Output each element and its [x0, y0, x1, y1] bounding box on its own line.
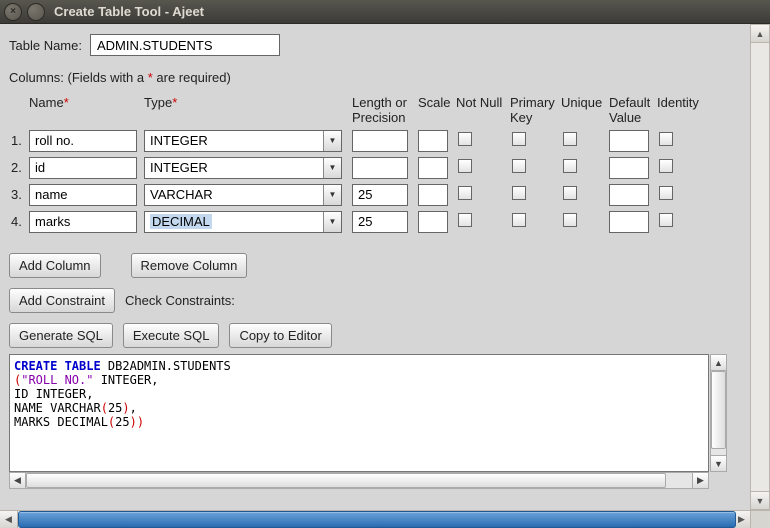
header-name: Name	[29, 95, 64, 110]
chevron-down-icon[interactable]: ▼	[323, 185, 341, 205]
not-null-checkbox[interactable]	[458, 132, 472, 146]
primary-key-checkbox[interactable]	[512, 186, 526, 200]
identity-checkbox[interactable]	[659, 132, 673, 146]
header-default-value: Default Value	[609, 95, 657, 125]
column-type-select[interactable]: DECIMAL▼	[144, 211, 342, 233]
chevron-down-icon[interactable]: ▼	[323, 158, 341, 178]
default-value-input[interactable]	[609, 184, 649, 206]
chevron-down-icon[interactable]: ▼	[323, 131, 341, 151]
row-number: 3.	[11, 187, 29, 202]
minimize-icon[interactable]	[27, 3, 45, 21]
column-length-input[interactable]	[352, 211, 408, 233]
scroll-thumb[interactable]	[711, 371, 726, 449]
add-constraint-button[interactable]: Add Constraint	[9, 288, 115, 313]
scroll-thumb[interactable]	[18, 511, 736, 528]
table-name-input[interactable]	[90, 34, 280, 56]
header-scale: Scale	[418, 95, 456, 110]
column-name-input[interactable]	[29, 211, 137, 233]
generate-sql-button[interactable]: Generate SQL	[9, 323, 113, 348]
column-scale-input[interactable]	[418, 184, 448, 206]
identity-checkbox[interactable]	[659, 159, 673, 173]
unique-checkbox[interactable]	[563, 132, 577, 146]
column-length-input[interactable]	[352, 184, 408, 206]
column-type-select[interactable]: INTEGER▼	[144, 130, 342, 152]
default-value-input[interactable]	[609, 157, 649, 179]
header-length: Length or Precision	[352, 95, 418, 125]
primary-key-checkbox[interactable]	[512, 132, 526, 146]
column-name-input[interactable]	[29, 130, 137, 152]
default-value-input[interactable]	[609, 211, 649, 233]
remove-column-button[interactable]: Remove Column	[131, 253, 248, 278]
column-type-select[interactable]: VARCHAR▼	[144, 184, 342, 206]
column-row: 1.INTEGER▼	[29, 127, 741, 154]
primary-key-checkbox[interactable]	[512, 213, 526, 227]
unique-checkbox[interactable]	[563, 159, 577, 173]
execute-sql-button[interactable]: Execute SQL	[123, 323, 220, 348]
header-primary-key: Primary Key	[510, 95, 561, 125]
column-length-input[interactable]	[352, 157, 408, 179]
window-body: Table Name: Columns: (Fields with a * ar…	[0, 24, 770, 528]
add-column-button[interactable]: Add Column	[9, 253, 101, 278]
header-unique: Unique	[561, 95, 609, 110]
sql-horizontal-scrollbar[interactable]: ◀ ▶	[9, 472, 709, 489]
check-constraints-label: Check Constraints:	[125, 293, 235, 308]
scroll-down-icon[interactable]: ▼	[751, 491, 769, 509]
scroll-down-icon[interactable]: ▼	[711, 455, 726, 471]
default-value-input[interactable]	[609, 130, 649, 152]
row-number: 1.	[11, 133, 29, 148]
column-type-select[interactable]: INTEGER▼	[144, 157, 342, 179]
column-name-input[interactable]	[29, 184, 137, 206]
column-scale-input[interactable]	[418, 211, 448, 233]
window-title: Create Table Tool - Ajeet	[54, 4, 204, 19]
unique-checkbox[interactable]	[563, 186, 577, 200]
header-not-null: Not Null	[456, 95, 510, 110]
chevron-down-icon[interactable]: ▼	[323, 212, 341, 232]
header-type: Type	[144, 95, 172, 110]
scroll-thumb[interactable]	[26, 473, 666, 488]
not-null-checkbox[interactable]	[458, 213, 472, 227]
columns-grid: Name* Type* Length or Precision Scale No…	[29, 95, 741, 235]
primary-key-checkbox[interactable]	[512, 159, 526, 173]
content-pane: Table Name: Columns: (Fields with a * ar…	[0, 24, 750, 510]
scroll-right-icon[interactable]: ▶	[692, 473, 708, 488]
column-scale-input[interactable]	[418, 130, 448, 152]
column-scale-input[interactable]	[418, 157, 448, 179]
window-horizontal-scrollbar[interactable]: ◀ ▶	[0, 510, 770, 528]
row-number: 2.	[11, 160, 29, 175]
sql-vertical-scrollbar[interactable]: ▲ ▼	[710, 354, 727, 472]
column-row: 3.VARCHAR▼	[29, 181, 741, 208]
header-identity: Identity	[657, 95, 707, 110]
row-number: 4.	[11, 214, 29, 229]
scroll-corner	[750, 511, 770, 528]
column-length-input[interactable]	[352, 130, 408, 152]
column-row: 4.DECIMAL▼	[29, 208, 741, 235]
scroll-left-icon[interactable]: ◀	[10, 473, 26, 488]
column-row: 2.INTEGER▼	[29, 154, 741, 181]
identity-checkbox[interactable]	[659, 213, 673, 227]
unique-checkbox[interactable]	[563, 213, 577, 227]
copy-to-editor-button[interactable]: Copy to Editor	[229, 323, 331, 348]
scroll-up-icon[interactable]: ▲	[751, 25, 769, 43]
not-null-checkbox[interactable]	[458, 159, 472, 173]
column-name-input[interactable]	[29, 157, 137, 179]
window-titlebar: × Create Table Tool - Ajeet	[0, 0, 770, 24]
columns-section-label: Columns: (Fields with a * are required)	[9, 70, 741, 85]
sql-preview[interactable]: CREATE TABLE DB2ADMIN.STUDENTS ("ROLL NO…	[9, 354, 709, 472]
identity-checkbox[interactable]	[659, 186, 673, 200]
window-vertical-scrollbar[interactable]: ▲ ▼	[750, 24, 770, 510]
close-icon[interactable]: ×	[4, 3, 22, 21]
table-name-label: Table Name:	[9, 38, 82, 53]
not-null-checkbox[interactable]	[458, 186, 472, 200]
scroll-left-icon[interactable]: ◀	[0, 511, 18, 528]
scroll-up-icon[interactable]: ▲	[711, 355, 726, 371]
